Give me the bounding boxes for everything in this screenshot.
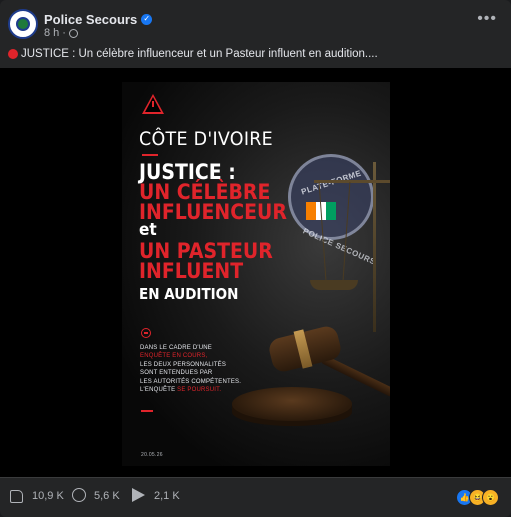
like-icon <box>10 490 23 503</box>
poster-headline-7: EN AUDITION <box>139 285 239 303</box>
like-button[interactable]: 10,9 K <box>10 488 64 504</box>
warning-icon <box>142 94 164 114</box>
scale-of-justice <box>373 162 376 332</box>
post-image[interactable]: PLATE-FORME POLICE SECOURS CÔTE D'IVOIRE… <box>122 82 390 466</box>
like-count: 10,9 K <box>32 490 64 502</box>
post-actions: 10,9 K 5,6 K 2,1 K 👍 😆 😮 <box>0 477 511 517</box>
poster-headline-3: INFLUENCEUR <box>139 200 287 224</box>
globe-icon <box>68 28 78 38</box>
poster-headline-6: INFLUENT <box>139 259 244 283</box>
wow-reaction-icon: 😮 <box>482 489 499 506</box>
comment-count: 5,6 K <box>94 490 120 502</box>
post-time[interactable]: 8 h <box>44 27 59 39</box>
verified-badge-icon: ✓ <box>141 13 153 25</box>
poster-headline-4: et <box>139 220 157 240</box>
share-icon <box>132 488 145 502</box>
info-icon <box>141 328 151 338</box>
post-meta: 8 h · <box>44 27 78 39</box>
reactions-summary[interactable]: 👍 😆 😮 <box>456 489 499 506</box>
poster-body: DANS LE CADRE D'UNE ENQUÊTE EN COURS, LE… <box>140 345 242 394</box>
police-seal-watermark <box>288 154 374 240</box>
page-name[interactable]: Police Secours <box>44 12 137 27</box>
share-button[interactable]: 2,1 K <box>132 488 180 504</box>
comment-button[interactable]: 5,6 K <box>72 488 120 504</box>
page-avatar[interactable] <box>8 9 38 39</box>
post-card: Police Secours ✓ 8 h · ••• JUSTICE : Un … <box>0 0 511 517</box>
page-name-row: Police Secours ✓ <box>44 11 153 27</box>
more-options-icon[interactable]: ••• <box>477 11 497 27</box>
share-count: 2,1 K <box>154 490 180 502</box>
comment-icon <box>72 488 86 502</box>
caption-text: JUSTICE : Un célèbre influenceur et un P… <box>21 48 378 60</box>
post-header: Police Secours ✓ 8 h · ••• <box>0 0 511 44</box>
poster-divider <box>142 154 158 156</box>
poster-date: 20.05.26 <box>141 452 163 458</box>
poster-country: CÔTE D'IVOIRE <box>139 128 274 150</box>
post-caption: JUSTICE : Un célèbre influenceur et un P… <box>8 48 378 60</box>
red-circle-icon <box>8 49 18 59</box>
